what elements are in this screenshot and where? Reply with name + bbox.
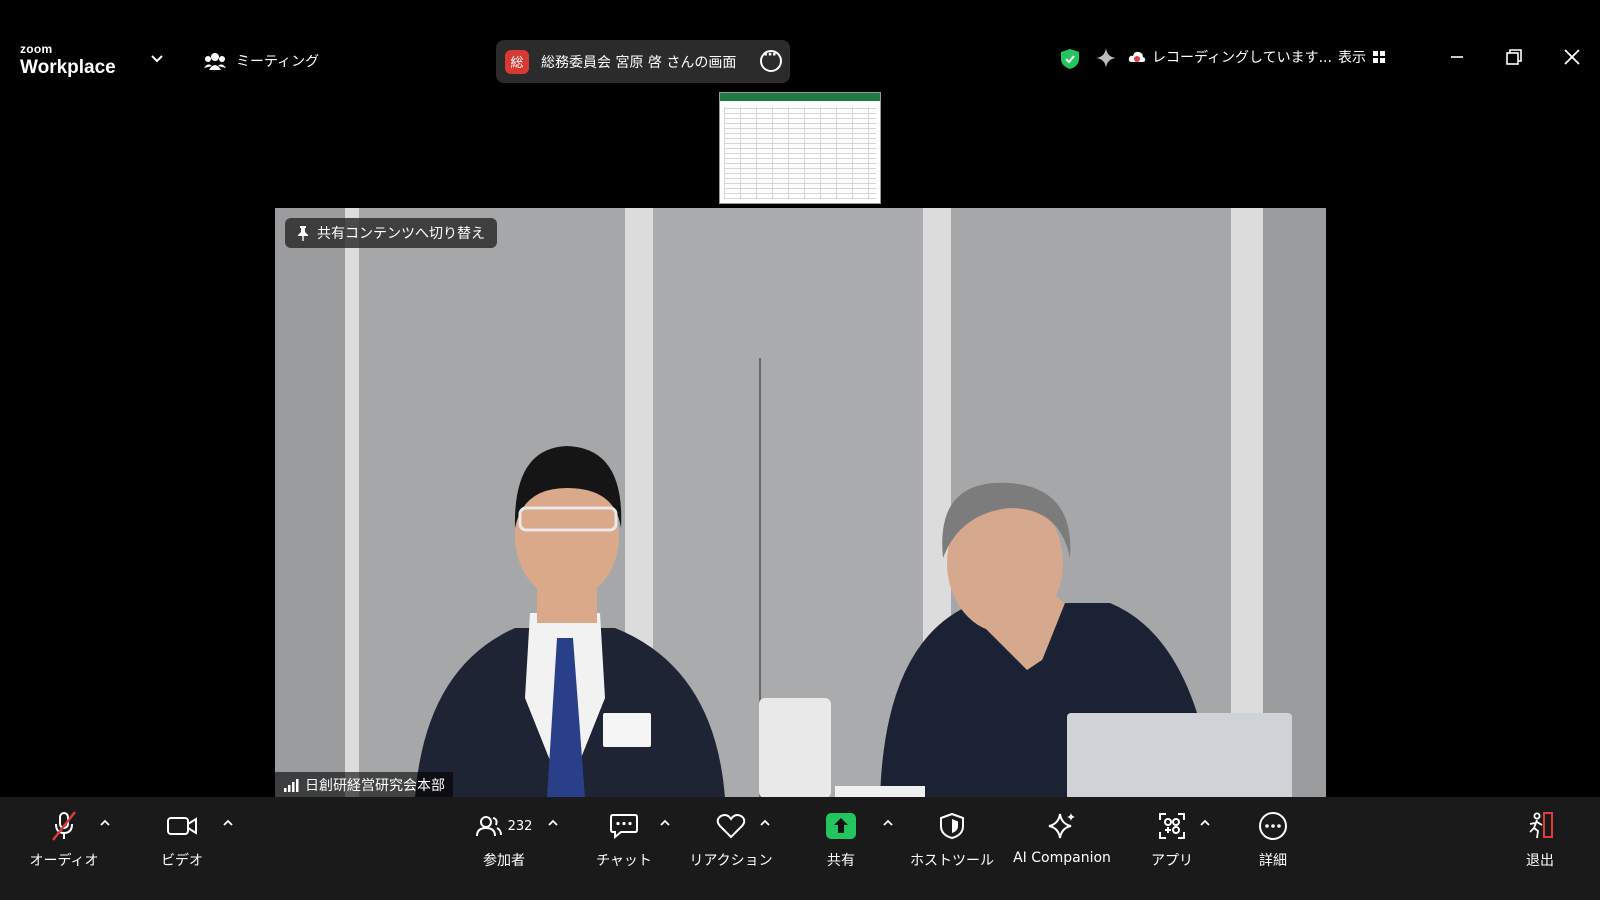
meeting-label: ミーティング [236,54,320,70]
ai-companion-label: AI Companion [1013,850,1111,866]
meeting-menu[interactable]: ミーティング [204,50,319,72]
chevron-down-icon[interactable] [150,54,164,64]
leave-label: 退出 [1526,853,1554,869]
more-button[interactable]: 詳細 [1253,809,1293,870]
mic-muted-icon [52,811,76,841]
participants-options-caret[interactable] [547,819,559,827]
window-top-strip [0,0,1600,28]
title-bar: zoom Workplace ミーティング 総 総務委員会 宮原 啓 さんの画面… [0,0,1600,88]
logo-zoom-text: zoom [20,42,53,56]
screen-share-indicator[interactable]: 総 総務委員会 宮原 啓 さんの画面 [496,40,790,83]
more-circle-icon [1259,812,1287,840]
audio-label: オーディオ [29,853,99,869]
shared-screen-thumbnail[interactable] [719,92,881,204]
sparkle-icon[interactable] [1095,47,1117,69]
share-options-caret[interactable] [882,819,894,827]
minimize-icon[interactable] [1446,46,1468,68]
chat-icon [610,814,638,840]
reactions-button[interactable]: リアクション [689,809,773,870]
meeting-toolbar: オーディオ ビデオ 232 参加者 チャット リアクション 共有 ホストツール … [0,797,1600,900]
reactions-options-caret[interactable] [759,819,771,827]
recording-indicator[interactable]: レコーディングしています... [1128,47,1332,67]
participant-name: 日創研経営研究会本部 [305,778,445,794]
chat-options-caret[interactable] [659,819,671,827]
leave-icon [1529,812,1553,839]
audio-options-caret[interactable] [99,819,111,827]
host-tools-label: ホストツール [910,853,994,869]
share-badge: 総 [505,49,529,74]
audio-button[interactable]: オーディオ [29,809,99,870]
logo-workplace-text: Workplace [20,57,116,78]
more-dots-icon[interactable] [760,47,782,72]
pin-label: 共有コンテンツへ切り替え [317,226,485,242]
apps-button[interactable]: アプリ [1151,809,1193,870]
chat-button[interactable]: チャット [594,809,654,870]
speaker-video[interactable]: 共有コンテンツへ切り替え 日創研経営研究会本部 [275,208,1326,798]
people-icon [204,53,226,70]
share-button[interactable]: 共有 [820,809,862,870]
heart-icon [716,814,746,839]
view-label: 表示 [1338,50,1366,66]
video-options-caret[interactable] [222,819,234,827]
ai-sparkle-icon [1048,813,1075,839]
thumbnail-toolbar [720,93,880,101]
participants-icon [475,816,502,837]
video-people-illustration [415,358,1292,798]
share-label: 共有 [827,853,855,869]
video-label: ビデオ [161,853,203,869]
share-title: 総務委員会 宮原 啓 さんの画面 [541,54,737,71]
video-button[interactable]: ビデオ [158,809,206,870]
host-tools-button[interactable]: ホストツール [910,809,994,870]
switch-to-shared-content-button[interactable]: 共有コンテンツへ切り替え [285,218,497,248]
cloud-record-icon [1128,51,1146,62]
view-button[interactable]: 表示 [1338,47,1386,67]
share-up-icon [826,813,856,839]
signal-icon [284,779,299,792]
apps-options-caret[interactable] [1199,819,1211,827]
recording-text: レコーディングしています... [1152,50,1332,66]
close-icon[interactable] [1561,46,1583,68]
reactions-label: リアクション [689,853,773,869]
participants-button[interactable]: 232 参加者 [464,809,544,870]
grid-view-icon [1373,51,1385,63]
host-shield-icon [940,812,964,840]
shield-check-icon[interactable] [1060,48,1080,70]
chat-label: チャット [596,853,652,869]
zoom-workplace-logo: zoom Workplace [20,40,116,77]
participants-label: 参加者 [483,853,525,869]
apps-icon [1159,813,1185,839]
spreadsheet-preview [724,107,876,199]
leave-button[interactable]: 退出 [1522,809,1558,870]
camera-icon [167,817,197,835]
pin-icon [298,226,308,241]
apps-label: アプリ [1151,853,1193,869]
participants-count: 232 [507,818,533,834]
ai-companion-button[interactable]: AI Companion [1012,809,1112,866]
restore-icon[interactable] [1503,46,1525,68]
more-label: 詳細 [1259,853,1287,869]
participant-name-tag: 日創研経営研究会本部 [275,772,453,798]
